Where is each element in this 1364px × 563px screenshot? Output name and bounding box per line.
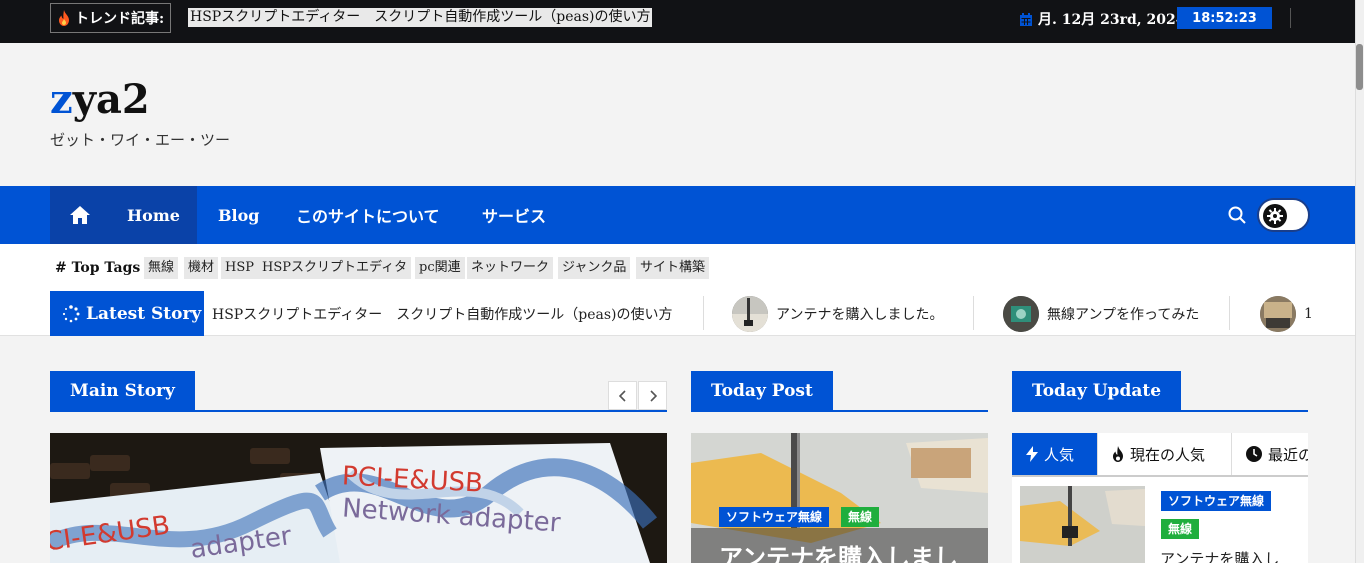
ticker-divider [703, 296, 704, 330]
ticker-item-title: 無線アンプを作ってみた [1047, 306, 1200, 323]
today-post-title: Today Post [691, 371, 833, 411]
spinner-icon [62, 304, 80, 322]
tag-item[interactable]: 無線 [144, 257, 179, 279]
site-title[interactable]: zya2 [50, 76, 150, 124]
tab-recent[interactable]: 最近の [1232, 433, 1308, 475]
today-update-title: Today Update [1012, 371, 1182, 411]
site-title-rest: ya2 [72, 76, 150, 123]
top-tags-label: # Top Tags [55, 260, 140, 276]
calendar-icon [1020, 12, 1032, 26]
scrollbar-thumb[interactable] [1356, 44, 1363, 90]
divider [1290, 8, 1291, 28]
ticker-item-title: HSPスクリプトエディター スクリプト自動作成ツール（peas)の使い方 [212, 306, 673, 323]
ticker-item[interactable]: 無線アンプを作ってみた [1003, 291, 1199, 336]
chevron-left-icon [618, 389, 626, 402]
trend-label: トレンド記事: [50, 3, 172, 33]
date-text: 月. 12月 23rd, 2024 [1038, 12, 1186, 28]
dark-mode-toggle[interactable] [1257, 198, 1310, 232]
ticker-thumbnail [1260, 295, 1296, 332]
ticker-item-title: アンテナを購入しました。 [776, 306, 944, 323]
today-update-tabs: 人気 現在の人気 最近の [1012, 433, 1308, 477]
tags-area: # Top Tags 無線 機材 HSP HSPスクリプトエディタ pc関連 ネ… [0, 244, 1355, 336]
today-post-headline[interactable]: アンテナを購入しまし [719, 538, 958, 563]
category-badge[interactable]: 無線 [841, 507, 880, 527]
category-badge[interactable]: ソフトウェア無線 [1161, 491, 1272, 511]
ticker-item[interactable]: HSPスクリプトエディター スクリプト自動作成ツール（peas)の使い方 [212, 291, 672, 336]
today-post-header: Today Post [691, 371, 988, 412]
hash-icon: # [55, 260, 67, 276]
ticker-thumbnail [1003, 295, 1039, 332]
date-display: 月. 12月 23rd, 2024 [1020, 9, 1185, 29]
prev-button[interactable] [608, 381, 637, 410]
lightning-icon [1026, 446, 1038, 462]
main-nav: Home Blog このサイトについて サービス [0, 186, 1355, 244]
tab-popular-label: 人気 [1044, 445, 1075, 464]
ticker-item-title: 1 [1304, 305, 1313, 322]
gear-icon [1263, 204, 1287, 228]
nav-item-service[interactable]: サービス [482, 186, 546, 244]
main-story-title: Main Story [50, 371, 195, 411]
page-scrollbar[interactable] [1355, 0, 1364, 563]
ticker-item[interactable]: 1 [1260, 291, 1313, 336]
chevron-right-icon [649, 389, 657, 402]
tag-item[interactable]: 機材 [184, 257, 219, 279]
update-card[interactable]: ソフトウェア無線 無線 アンテナを購入し [1012, 477, 1308, 563]
today-update-header: Today Update [1012, 371, 1308, 412]
clock-icon [1246, 446, 1262, 462]
top-tags-text: Top Tags [71, 260, 141, 276]
tag-item[interactable]: pc関連 [415, 257, 465, 279]
top-bar: トレンド記事: HSPスクリプトエディター スクリプト自動作成ツール（peas)… [0, 0, 1364, 43]
tab-popular[interactable]: 人気 [1012, 433, 1098, 475]
fire-icon [59, 10, 69, 26]
site-tagline: ゼット・ワイ・エー・ツー [50, 131, 231, 149]
trend-label-text: トレンド記事: [75, 11, 165, 27]
tag-item[interactable]: HSP [221, 257, 258, 279]
tab-trending[interactable]: 現在の人気 [1098, 433, 1232, 475]
ticker-divider [1229, 296, 1230, 330]
tab-trending-label: 現在の人気 [1130, 445, 1206, 464]
tag-item[interactable]: サイト構築 [636, 257, 710, 279]
tag-item[interactable]: ネットワーク [467, 257, 554, 279]
search-icon[interactable] [1228, 206, 1246, 224]
main-story-image[interactable]: PCI-E&USB Network adapter CI-E&USB adapt… [50, 433, 667, 563]
tab-recent-label: 最近の [1268, 445, 1308, 464]
site-title-first-letter: z [50, 76, 73, 123]
ticker-item[interactable]: アンテナを購入しました。 [732, 291, 943, 336]
category-badge[interactable]: 無線 [1161, 519, 1200, 539]
tag-item[interactable]: ジャンク品 [558, 257, 631, 279]
category-badge[interactable]: ソフトウェア無線 [719, 507, 830, 527]
home-icon-button[interactable] [50, 186, 110, 244]
trend-article-link[interactable]: HSPスクリプトエディター スクリプト自動作成ツール（peas)の使い方 [188, 8, 653, 27]
ticker-divider [973, 296, 974, 330]
fire-icon [1113, 446, 1123, 462]
nav-item-home[interactable]: Home [110, 186, 197, 244]
tag-item[interactable]: HSPスクリプトエディタ [258, 257, 412, 279]
ticker-thumbnail [732, 295, 768, 332]
home-icon [70, 206, 90, 224]
latest-story-label: Latest Story [50, 291, 204, 336]
update-card-title[interactable]: アンテナを購入し [1160, 548, 1279, 563]
clock-display: 18:52:23 [1177, 7, 1272, 29]
latest-story-text: Latest Story [86, 303, 202, 324]
next-button[interactable] [638, 381, 667, 410]
nav-item-about[interactable]: このサイトについて [296, 186, 440, 244]
main-story-header: Main Story [50, 371, 667, 412]
nav-item-blog[interactable]: Blog [218, 186, 259, 244]
update-card-thumbnail [1020, 486, 1145, 563]
